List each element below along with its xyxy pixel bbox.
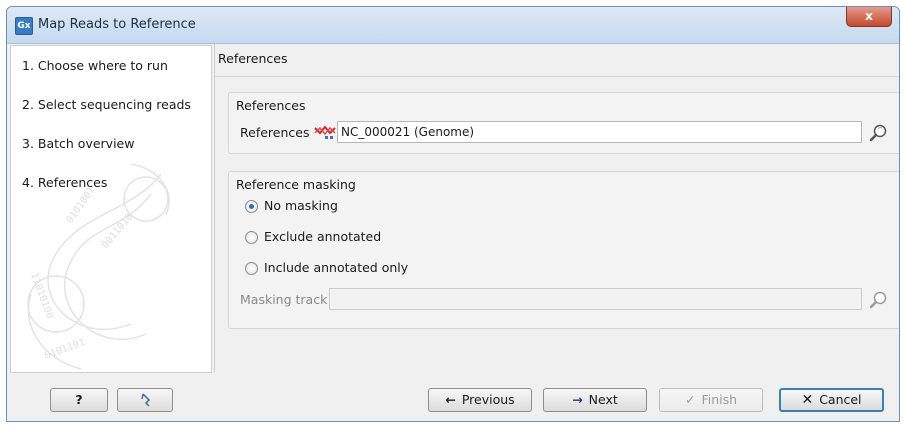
- undo-arrow-icon: [141, 393, 151, 407]
- title-bar[interactable]: Gx Map Reads to Reference x: [7, 7, 899, 44]
- checkmark-icon: ✓: [684, 392, 696, 407]
- next-label: Next: [588, 392, 618, 407]
- references-field-label: References: [240, 125, 310, 140]
- arrow-left-icon: ←: [445, 392, 456, 407]
- dna-watermark-icon: 0101001 0011010 11010100 0101101: [27, 163, 170, 370]
- app-icon: Gx: [15, 17, 33, 35]
- reference-masking-group: Reference masking No masking Exclude ann…: [228, 171, 899, 329]
- references-input[interactable]: NC_000021 (Genome): [337, 121, 862, 143]
- previous-button[interactable]: ← Previous: [428, 388, 532, 412]
- references-group: References References NC_000021 (Genome): [228, 92, 899, 154]
- section-title: References: [218, 51, 288, 66]
- exclude-annotated-radio[interactable]: [245, 231, 258, 244]
- include-annotated-only-radio[interactable]: [245, 262, 258, 275]
- close-button[interactable]: x: [846, 7, 892, 27]
- help-icon: ?: [75, 392, 83, 407]
- masking-track-label: Masking track: [240, 292, 328, 307]
- exclude-annotated-label[interactable]: Exclude annotated: [264, 229, 381, 244]
- svg-text:0011010: 0011010: [100, 212, 136, 251]
- masking-group-title: Reference masking: [236, 177, 356, 192]
- section-divider: [215, 76, 899, 77]
- finish-label: Finish: [701, 392, 738, 407]
- svg-text:0101001: 0101001: [64, 185, 97, 226]
- references-input-value: NC_000021 (Genome): [341, 125, 475, 139]
- no-masking-radio[interactable]: [245, 200, 258, 213]
- step-choose-where-to-run: 1. Choose where to run: [22, 58, 168, 73]
- genome-track-icon: [314, 125, 336, 139]
- step-batch-overview: 3. Batch overview: [22, 136, 135, 151]
- arrow-right-icon: →: [572, 392, 583, 407]
- wizard-steps-panel: 1. Choose where to run 2. Select sequenc…: [10, 45, 212, 373]
- reset-button[interactable]: [117, 388, 173, 412]
- next-button[interactable]: → Next: [543, 388, 647, 412]
- previous-label: Previous: [461, 392, 515, 407]
- help-button[interactable]: ?: [50, 388, 108, 412]
- window-title: Map Reads to Reference: [38, 17, 196, 32]
- cancel-x-icon: ✕: [801, 392, 814, 408]
- dialog-window: Gx Map Reads to Reference x 1. Choose wh…: [6, 6, 900, 422]
- dialog-footer: ? ← Previous → Next ✓ Finish ✕ Cancel: [7, 379, 899, 421]
- dialog-content: 1. Choose where to run 2. Select sequenc…: [7, 44, 899, 379]
- no-masking-label[interactable]: No masking: [264, 198, 338, 213]
- browse-masking-track-icon[interactable]: [869, 290, 889, 310]
- finish-button[interactable]: ✓ Finish: [659, 388, 763, 412]
- include-annotated-only-label[interactable]: Include annotated only: [264, 260, 408, 275]
- main-panel: References References References NC_0000…: [214, 44, 899, 373]
- svg-text:0101101: 0101101: [43, 337, 86, 362]
- cancel-label: Cancel: [819, 392, 862, 407]
- step-select-sequencing-reads: 2. Select sequencing reads: [22, 97, 191, 112]
- cancel-button[interactable]: ✕ Cancel: [779, 388, 884, 412]
- masking-track-input[interactable]: [329, 288, 862, 310]
- references-group-title: References: [236, 98, 306, 113]
- browse-references-icon[interactable]: [869, 123, 889, 143]
